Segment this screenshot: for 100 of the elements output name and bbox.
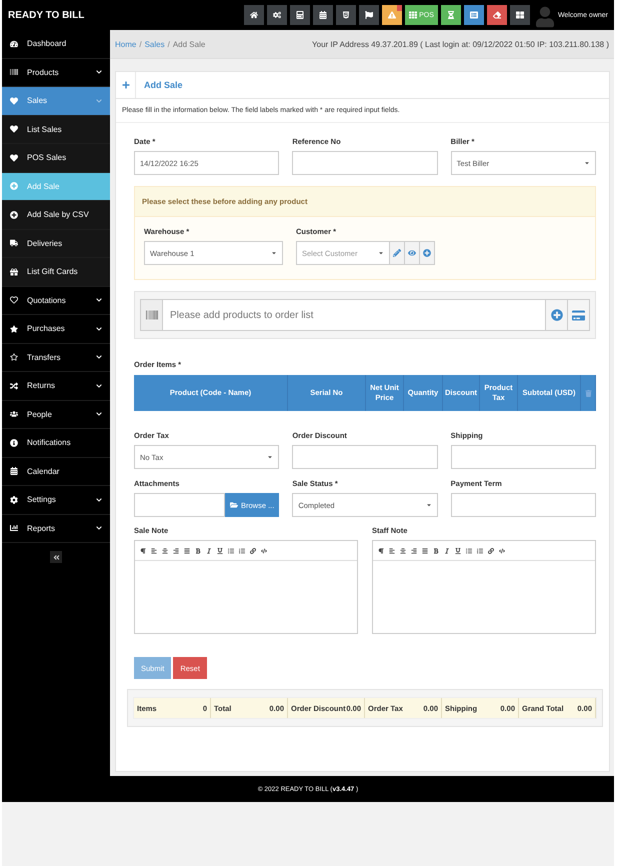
align-center-icon[interactable]	[162, 548, 168, 554]
gears-icon	[273, 11, 282, 19]
underline-icon[interactable]	[217, 548, 223, 554]
bold-icon[interactable]	[195, 548, 201, 554]
paragraph-icon[interactable]	[378, 548, 384, 554]
sidebar-item[interactable]: People	[2, 400, 110, 429]
align-center-icon[interactable]	[400, 548, 406, 554]
sidebar-item[interactable]: Quotations	[2, 286, 110, 315]
dashboard-icon	[10, 40, 18, 48]
numbered-list-icon[interactable]	[239, 548, 245, 554]
underline-icon[interactable]	[455, 548, 461, 554]
text-field[interactable]	[450, 445, 596, 469]
link-icon[interactable]	[488, 548, 494, 554]
align-right-icon[interactable]	[411, 548, 417, 554]
collapse-button[interactable]	[50, 551, 62, 563]
justify-icon[interactable]	[184, 548, 190, 554]
box-title: Add Sale	[144, 80, 183, 90]
barcode-icon	[10, 68, 18, 76]
sidebar-item[interactable]: Reports	[2, 514, 110, 543]
gift-icon	[10, 268, 18, 276]
sidebar-item[interactable]: Products	[2, 58, 110, 87]
caret-icon	[378, 250, 384, 256]
align-right-icon[interactable]	[173, 548, 179, 554]
italic-icon[interactable]	[444, 548, 450, 554]
toolbar-button[interactable]	[382, 5, 402, 25]
grid-icon	[409, 11, 418, 19]
eraser-icon	[492, 11, 501, 19]
shuffle-icon	[10, 382, 18, 390]
justify-icon[interactable]	[422, 548, 428, 554]
sidebar-item[interactable]: Deliveries	[2, 230, 110, 258]
caret-icon	[271, 250, 277, 256]
home-icon	[250, 11, 258, 19]
avatar-icon	[536, 6, 554, 28]
text-field[interactable]	[450, 493, 596, 517]
bullet-list-icon[interactable]	[228, 548, 234, 554]
sidebar-item[interactable]: Add Sale by CSV	[2, 201, 110, 230]
calculator-icon	[296, 11, 304, 19]
sidebar-item[interactable]: Sales	[2, 87, 110, 116]
star-icon	[10, 353, 18, 362]
heart-icon	[10, 154, 18, 162]
html-icon	[342, 11, 350, 19]
heart-icon	[10, 296, 18, 304]
toolbar-button[interactable]	[313, 5, 334, 25]
hourglass-icon	[446, 11, 455, 19]
file-field[interactable]	[134, 493, 225, 517]
toolbar-button[interactable]	[336, 5, 356, 25]
folder-icon	[230, 501, 238, 509]
link-icon[interactable]	[250, 548, 256, 554]
caret-icon	[426, 502, 432, 508]
bold-icon[interactable]	[433, 548, 439, 554]
bullet-list-icon[interactable]	[466, 548, 472, 554]
flag-icon	[365, 11, 374, 19]
sidebar-item[interactable]: POS Sales	[2, 144, 110, 172]
info-icon	[10, 438, 18, 447]
collapse-icon	[52, 554, 60, 560]
chart-icon	[10, 524, 18, 532]
text-field[interactable]	[292, 445, 438, 469]
paragraph-icon[interactable]	[140, 548, 146, 554]
toolbar-button[interactable]	[244, 5, 264, 25]
sidebar-item[interactable]: Calendar	[2, 458, 110, 486]
star-icon	[10, 324, 18, 333]
warning-icon	[388, 11, 396, 19]
truck-icon	[10, 239, 18, 248]
toolbar-button[interactable]	[359, 5, 380, 25]
view-button[interactable]	[405, 241, 420, 265]
brand-title: READY TO BILL	[8, 10, 86, 20]
code-icon[interactable]	[499, 548, 505, 554]
plus-icon	[10, 182, 18, 190]
text-field[interactable]	[292, 151, 438, 175]
sidebar-item[interactable]: Transfers	[2, 344, 110, 372]
toolbar-button[interactable]	[440, 5, 461, 25]
people-icon	[10, 410, 18, 418]
breadcrumb-current: Add Sale	[172, 40, 206, 48]
toolbar-button[interactable]	[290, 5, 310, 25]
toolbar-button[interactable]	[510, 5, 530, 25]
numbered-list-icon[interactable]	[477, 548, 483, 554]
login-info: Your IP Address 49.37.201.89 ( Last login at: 09/12/2022 01:50 IP: 103.211.80.138 )	[312, 40, 609, 48]
italic-icon[interactable]	[206, 548, 212, 554]
heart-icon	[10, 96, 18, 105]
toolbar-button[interactable]	[464, 5, 484, 25]
code-icon[interactable]	[261, 548, 267, 554]
plus-icon	[10, 210, 18, 219]
align-left-icon[interactable]	[151, 548, 157, 554]
add-button[interactable]	[420, 241, 436, 265]
grid-icon	[516, 11, 524, 19]
pencil-icon	[393, 249, 402, 257]
calendar-icon	[319, 11, 328, 19]
plus-icon	[122, 81, 130, 89]
caret-icon	[584, 160, 590, 166]
sidebar-item[interactable]: List Sales	[2, 116, 110, 144]
eye-icon	[408, 249, 416, 257]
toolbar-button[interactable]	[486, 5, 507, 25]
breadcrumb-separator: /	[139, 40, 142, 48]
plus-icon	[423, 249, 432, 257]
align-left-icon[interactable]	[389, 548, 395, 554]
caret-icon	[267, 454, 274, 460]
toolbar-button[interactable]	[267, 5, 288, 25]
settings-icon	[10, 496, 18, 504]
edit-button[interactable]	[390, 241, 406, 265]
sidebar-item[interactable]: List Gift Cards	[2, 258, 110, 286]
